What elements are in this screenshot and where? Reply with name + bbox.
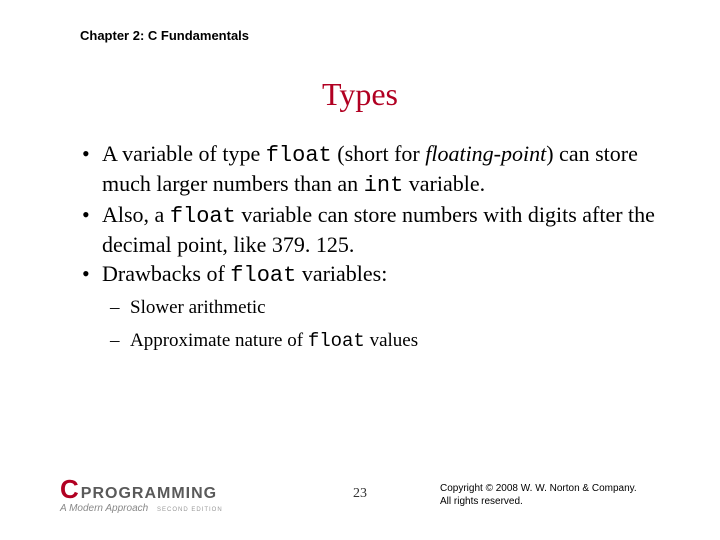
italic-floating-point: floating-point (425, 141, 546, 166)
text: (short for (332, 141, 425, 166)
code-float: float (170, 204, 236, 229)
code-float: float (230, 263, 296, 288)
text: Also, a (102, 202, 170, 227)
text: A variable of type (102, 141, 266, 166)
logo-subtitle-text: A Modern Approach (60, 503, 148, 514)
bullet-2: Also, a float variable can store numbers… (102, 201, 660, 258)
code-float: float (266, 143, 332, 168)
text: Approximate nature of (130, 330, 308, 351)
slide-title: Types (0, 76, 720, 113)
slide-body: A variable of type float (short for floa… (80, 140, 660, 364)
text: values (365, 330, 418, 351)
sub-bullet-1: Slower arithmetic (130, 296, 660, 320)
code-int: int (364, 173, 404, 198)
copyright: Copyright © 2008 W. W. Norton & Company.… (440, 482, 660, 508)
text: variables: (296, 261, 387, 286)
footer: C PROGRAMMING A Modern Approach SECOND E… (0, 470, 720, 520)
text: Drawbacks of (102, 261, 230, 286)
chapter-label: Chapter 2: C Fundamentals (80, 28, 249, 43)
code-float: float (308, 330, 365, 352)
bullet-3: Drawbacks of float variables: Slower ari… (102, 260, 660, 354)
sub-bullet-2: Approximate nature of float values (130, 329, 660, 354)
copyright-line-2: All rights reserved. (440, 495, 660, 508)
text: variable. (403, 171, 485, 196)
logo-subtitle: A Modern Approach SECOND EDITION (60, 503, 223, 514)
logo-edition: SECOND EDITION (157, 507, 223, 513)
copyright-line-1: Copyright © 2008 W. W. Norton & Company. (440, 482, 660, 495)
bullet-1: A variable of type float (short for floa… (102, 140, 660, 199)
slide: Chapter 2: C Fundamentals Types A variab… (0, 0, 720, 540)
